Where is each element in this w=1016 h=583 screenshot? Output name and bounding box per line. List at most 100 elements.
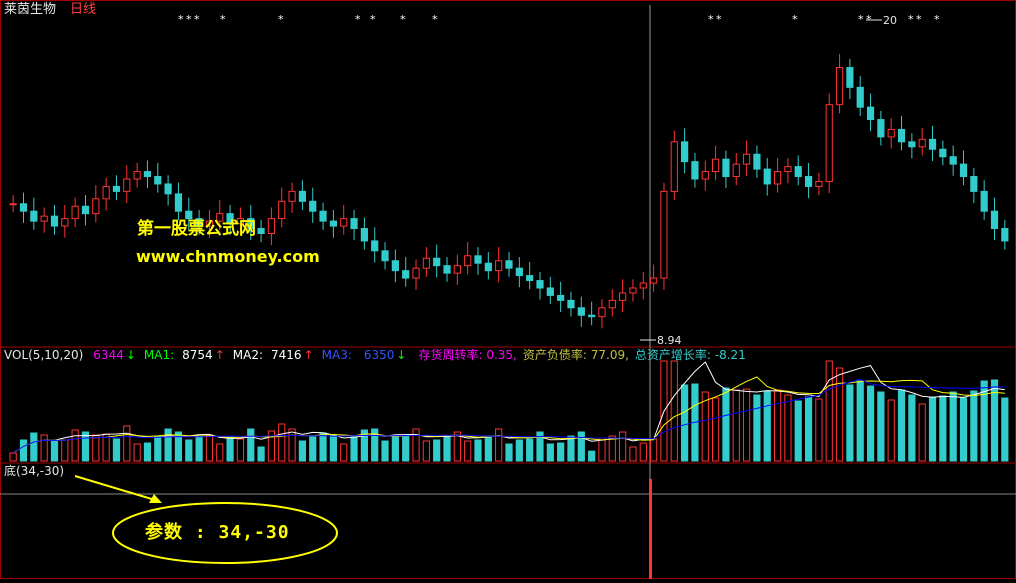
volume-bar [195,435,203,462]
candle-body [959,163,968,178]
candle-body [350,218,358,230]
candle-body [722,158,730,178]
signal-star-marker: * [708,13,714,26]
candle-body [495,260,503,272]
candle-body [381,250,389,262]
volume-bar [835,367,844,462]
candle-body [670,141,678,192]
volume-bar [422,440,430,462]
candle-body [877,119,885,138]
candle-body [660,190,668,279]
candle-body [711,158,720,173]
volume-bar [546,443,554,462]
volume-bar [959,397,968,462]
volume-bar [102,433,110,462]
candle-body [433,257,441,267]
volume-bar [877,391,885,462]
volume-bar [557,442,565,462]
candle-body [422,257,430,269]
volume-bar [515,439,523,462]
volume-bar [309,436,317,462]
ma3-label: MA3: [321,348,352,362]
volume-bar [81,431,90,462]
candle-body [567,299,575,309]
signal-star-marker: * [220,13,226,26]
candle-body [412,267,420,279]
chart-canvas[interactable]: ***************** [0,0,1016,579]
volume-bar [92,434,100,462]
candle-body [402,270,410,279]
volume-title: VOL(5,10,20) [4,348,84,362]
volume-bar [928,396,937,462]
candle-body [464,255,472,267]
volume-bar [123,425,131,462]
volume-bar [164,428,172,462]
candle-body [897,128,906,143]
signal-star-marker: * [370,13,376,26]
period-label[interactable]: 日线 [70,3,96,17]
volume-bar [350,436,358,462]
volume-bar [143,442,152,462]
candle-body [112,185,121,192]
candle-body [329,220,337,227]
volume-bar [567,435,575,462]
volume-bar [711,397,720,462]
candle-body [763,168,771,185]
signal-star-marker: * [716,13,722,26]
volume-bar [412,428,420,462]
volume-ma-line [12,361,1005,454]
candle-body [650,277,658,284]
volume-bar [980,380,988,462]
candle-body [784,166,792,173]
candle-body [309,200,317,212]
volume-bar [815,398,823,462]
candle-body [691,161,699,180]
candle-body [40,215,48,222]
candle-body [536,280,544,289]
volume-bar [433,439,441,462]
candle-body [360,228,368,242]
volume-bar [391,436,399,462]
volume-bar [908,394,916,462]
signal-star-marker: * [178,13,184,26]
volume-bar [484,435,492,462]
candle-body [143,171,152,178]
volume-bar [185,439,193,462]
candle-body [50,215,59,227]
candle-body [773,171,782,185]
debt-ratio: 资产负债率: 77.09, [522,348,629,362]
watermark-cn: 第一股票公式网 [137,219,256,239]
volume-bar [773,389,782,462]
volume-bar [639,442,647,462]
callout-arrow-line [74,475,156,501]
inventory-turnover: 存货周转率: 0.35, [418,348,517,362]
volume-bar [216,443,224,462]
candle-body [257,228,265,234]
volume-bar [247,428,255,462]
signal-star-marker: * [934,13,940,26]
volume-bar [887,399,895,462]
candle-body [588,314,596,318]
volume-bar [30,432,38,462]
params-callout-text: 参数 : 34,-30 [145,522,290,543]
kline-chart[interactable]: ***************** 莱茵生物 日线 VOL(5,10,20) 6… [0,0,1016,579]
volume-bar [402,435,410,462]
candle-body [835,67,844,106]
candle-body [939,148,947,158]
volume-bar [474,439,482,462]
candle-body [970,176,978,192]
candle-body [918,138,926,148]
ma1-arrow: ↑ [214,348,225,362]
volume-bar [257,446,265,462]
volume-bar [949,391,957,462]
candle-body [598,307,606,318]
candle-body [526,275,534,282]
volume-ma-lines [12,361,1005,454]
candle-body [815,180,823,187]
volume-bar [71,429,79,462]
volume-bar [701,391,709,462]
volume-bar [866,385,875,462]
volume-bar [61,439,69,462]
signal-star-marker: * [916,13,922,26]
volume-bar [340,443,348,462]
